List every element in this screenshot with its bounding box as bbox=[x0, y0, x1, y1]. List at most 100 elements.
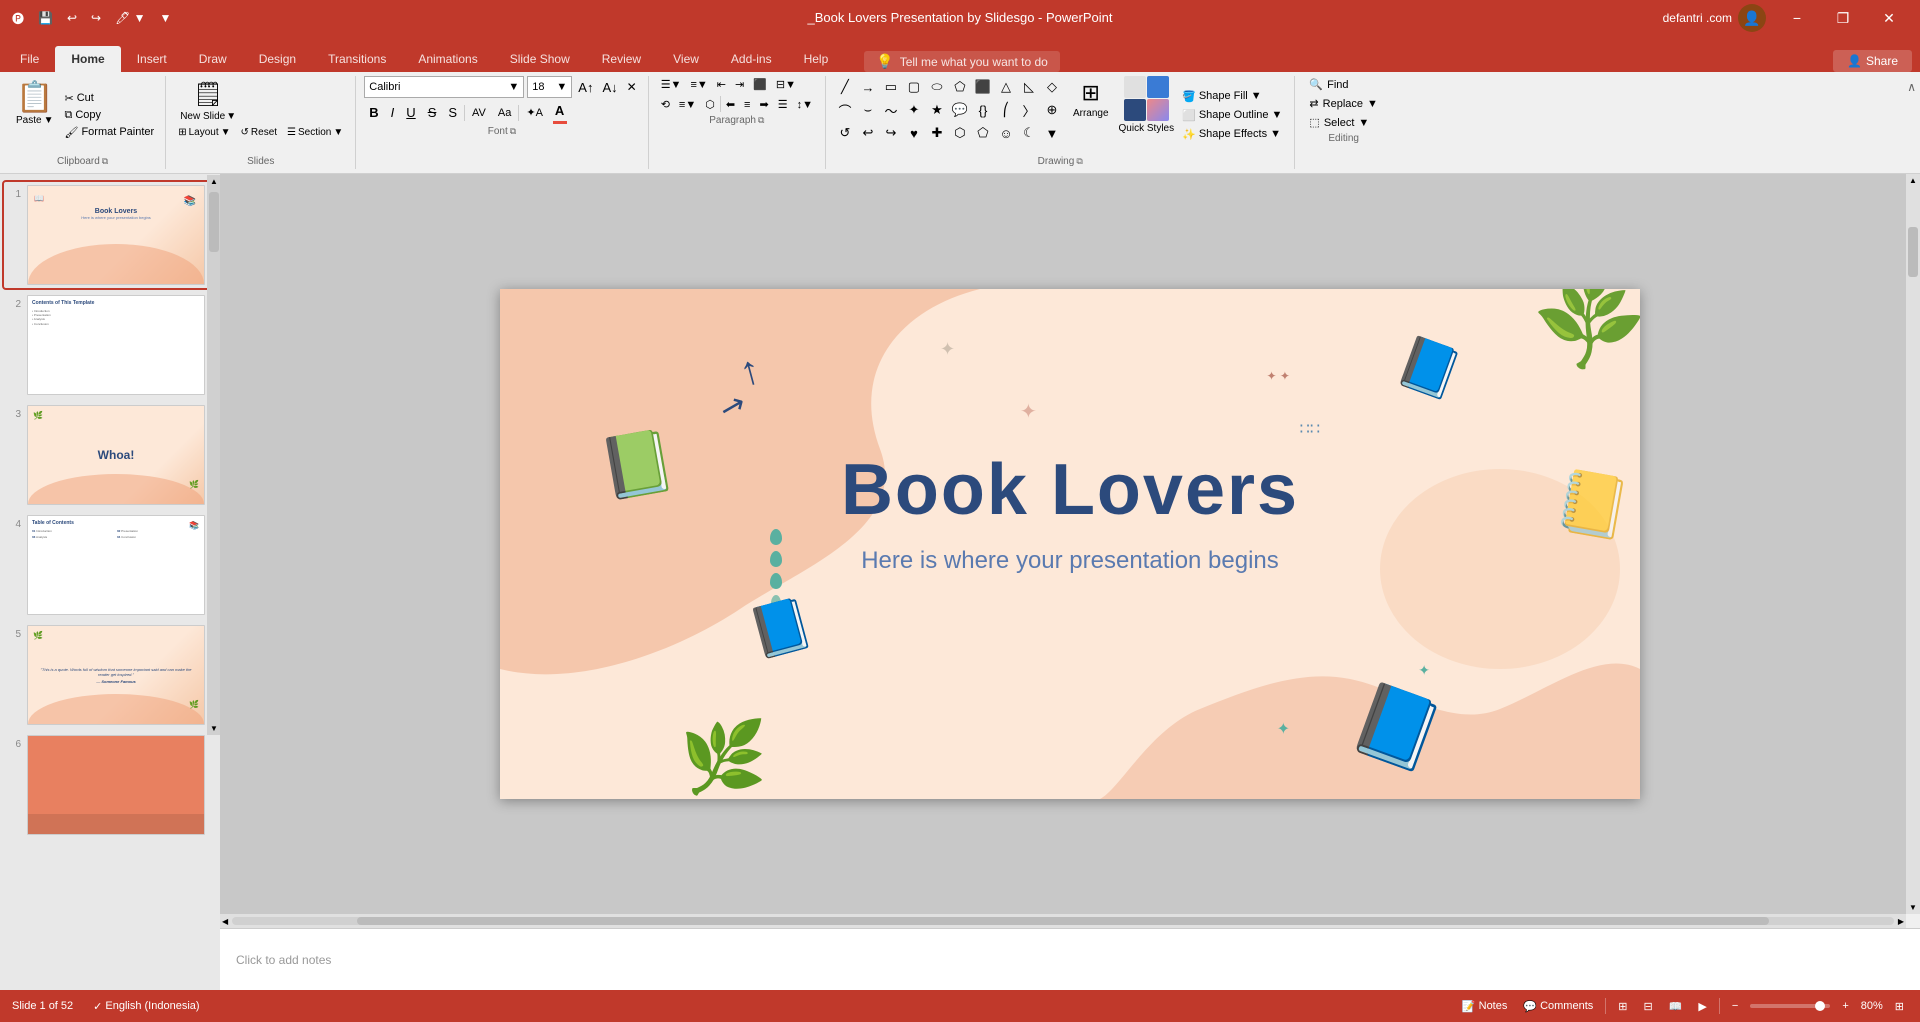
shape-bent-arrow-button[interactable]: ↩ bbox=[857, 122, 879, 144]
minimize-button[interactable]: − bbox=[1774, 2, 1820, 34]
quick-style-4[interactable] bbox=[1147, 99, 1169, 121]
tell-me-search[interactable]: 💡 Tell me what you want to do bbox=[864, 51, 1060, 72]
font-size-selector[interactable]: 18 ▼ bbox=[527, 76, 572, 98]
shape-line-button[interactable]: ╱ bbox=[834, 76, 856, 98]
shape-rect-button[interactable]: ▭ bbox=[880, 76, 902, 98]
shape-more-button[interactable]: ⬛ bbox=[972, 76, 994, 98]
smart-art-button[interactable]: ⬛ bbox=[749, 76, 771, 93]
right-scroll-up-button[interactable]: ▲ bbox=[1906, 174, 1920, 187]
columns-button[interactable]: ⊟▼ bbox=[772, 76, 800, 93]
slide-thumbnail-6[interactable]: 6 bbox=[4, 732, 216, 838]
shape-heart-button[interactable]: ♥ bbox=[903, 122, 925, 144]
bold-button[interactable]: B bbox=[364, 103, 383, 122]
notes-button[interactable]: 📝 Notes bbox=[1458, 998, 1511, 1015]
shape-triangle-button[interactable]: △ bbox=[995, 76, 1017, 98]
tab-view[interactable]: View bbox=[657, 46, 715, 72]
align-text-button[interactable]: ≡▼ bbox=[675, 96, 700, 113]
tab-file[interactable]: File bbox=[4, 46, 55, 72]
quick-style-1[interactable] bbox=[1124, 76, 1146, 98]
font-name-selector[interactable]: Calibri ▼ bbox=[364, 76, 524, 98]
decrease-indent-button[interactable]: ⇤ bbox=[713, 76, 730, 93]
numbering-button[interactable]: ≡▼ bbox=[686, 76, 711, 93]
shape-oval-button[interactable]: ⬭ bbox=[926, 76, 948, 98]
fit-slide-button[interactable]: ⊞ bbox=[1891, 998, 1908, 1015]
shape-star5-button[interactable]: ★ bbox=[926, 99, 948, 121]
shape-effects-button[interactable]: ✨ Shape Effects ▼ bbox=[1178, 126, 1286, 143]
shape-moon-button[interactable]: ☾ bbox=[1018, 122, 1040, 144]
shape-curve-button[interactable]: ⌒ bbox=[834, 99, 856, 121]
increase-indent-button[interactable]: ⇥ bbox=[731, 76, 748, 93]
normal-view-button[interactable]: ⊞ bbox=[1614, 998, 1631, 1015]
paste-button[interactable]: 📋 Paste ▼ bbox=[8, 76, 61, 154]
decrease-font-size-button[interactable]: A↓ bbox=[599, 79, 620, 96]
section-button[interactable]: ☰ Section▼ bbox=[283, 126, 347, 139]
shape-right-triangle-button[interactable]: ◺ bbox=[1018, 76, 1040, 98]
line-spacing-button[interactable]: ↕▼ bbox=[793, 96, 817, 113]
change-case-button[interactable]: Aa bbox=[493, 105, 516, 121]
share-button[interactable]: 👤 Share bbox=[1833, 50, 1912, 72]
shape-brace-button[interactable]: ⎛ bbox=[995, 99, 1017, 121]
shape-curved-arrow-button[interactable]: ↺ bbox=[834, 122, 856, 144]
tab-insert[interactable]: Insert bbox=[121, 46, 183, 72]
align-center-button[interactable]: ≡ bbox=[740, 96, 754, 113]
right-scroll-down-button[interactable]: ▼ bbox=[1906, 901, 1920, 914]
shape-free-button[interactable]: 〜 bbox=[880, 99, 902, 121]
accessibility-button[interactable]: ✓ English (Indonesia) bbox=[89, 998, 203, 1015]
clear-format-button[interactable]: ✕ bbox=[624, 79, 640, 95]
reading-view-button[interactable]: 📖 bbox=[1665, 998, 1687, 1015]
shape-star4-button[interactable]: ✦ bbox=[903, 99, 925, 121]
character-spacing-button[interactable]: AV bbox=[467, 105, 491, 121]
shape-cross-button[interactable]: ✚ bbox=[926, 122, 948, 144]
slide-thumbnail-3[interactable]: 3 Whoa! 🌿 🌿 bbox=[4, 402, 216, 508]
italic-button[interactable]: I bbox=[386, 103, 400, 122]
quick-style-2[interactable] bbox=[1147, 76, 1169, 98]
zoom-slider[interactable] bbox=[1750, 1004, 1830, 1008]
scroll-up-button[interactable]: ▲ bbox=[207, 175, 221, 188]
zoom-out-button[interactable]: − bbox=[1728, 998, 1742, 1014]
cut-button[interactable]: ✂ Cut bbox=[61, 91, 157, 106]
drawing-expand-icon[interactable]: ⧉ bbox=[1076, 156, 1082, 167]
app-icon[interactable]: 🅟 bbox=[8, 8, 28, 29]
tab-animations[interactable]: Animations bbox=[402, 46, 493, 72]
paragraph-expand-icon[interactable]: ⧉ bbox=[758, 115, 764, 126]
justify-button[interactable]: ☰ bbox=[774, 96, 792, 113]
bottom-scroll-left-button[interactable]: ◀ bbox=[220, 915, 230, 928]
tab-review[interactable]: Review bbox=[586, 46, 657, 72]
bottom-scroll-right-button[interactable]: ▶ bbox=[1896, 915, 1906, 928]
shape-smiley-button[interactable]: ☺ bbox=[995, 122, 1017, 144]
font-expand-icon[interactable]: ⧉ bbox=[510, 126, 516, 137]
save-button[interactable]: 💾 bbox=[34, 9, 57, 27]
tab-transitions[interactable]: Transitions bbox=[312, 46, 402, 72]
shape-more2-button[interactable]: ▼ bbox=[1041, 122, 1063, 144]
tab-home[interactable]: Home bbox=[55, 46, 120, 72]
shape-arrow-button[interactable]: → bbox=[857, 76, 879, 98]
shape-diamond-button[interactable]: ◇ bbox=[1041, 76, 1063, 98]
scroll-down-button[interactable]: ▼ bbox=[207, 722, 221, 735]
slide-sorter-button[interactable]: ⊟ bbox=[1639, 998, 1656, 1015]
notes-area[interactable]: Click to add notes bbox=[220, 928, 1920, 990]
shape-curve2-button[interactable]: ⌣ bbox=[857, 99, 879, 121]
shape-bracket-button[interactable]: {} bbox=[972, 99, 994, 121]
copy-button[interactable]: ⧉ Copy bbox=[61, 108, 157, 123]
shape-pentagon-button[interactable]: ⬠ bbox=[949, 76, 971, 98]
tab-design[interactable]: Design bbox=[243, 46, 312, 72]
format-painter-button[interactable]: 🖌 Format Painter bbox=[61, 125, 157, 140]
slide-thumbnail-2[interactable]: 2 Contents of This Template • Introducti… bbox=[4, 292, 216, 398]
shape-chevron-button[interactable]: 〉 bbox=[1018, 99, 1040, 121]
replace-button[interactable]: ⇄ Replace ▼ bbox=[1303, 95, 1383, 112]
increase-font-size-button[interactable]: A↑ bbox=[575, 79, 596, 96]
slide-thumbnail-4[interactable]: 4 Table of Contents 01 Introduction 02 P… bbox=[4, 512, 216, 618]
shape-u-turn-button[interactable]: ↪ bbox=[880, 122, 902, 144]
layout-button[interactable]: ⊞ Layout▼ bbox=[174, 126, 234, 139]
slideshow-button[interactable]: ▶ bbox=[1694, 998, 1710, 1015]
select-button[interactable]: ⬚ Select ▼ bbox=[1303, 114, 1383, 131]
reset-button[interactable]: ↺ Reset bbox=[237, 126, 282, 139]
align-right-button[interactable]: ➡ bbox=[755, 96, 772, 113]
slide-thumbnail-5[interactable]: 5 "This is a quote. Words full of wisdom… bbox=[4, 622, 216, 728]
highlight-button[interactable]: ✦A bbox=[521, 104, 548, 121]
tab-draw[interactable]: Draw bbox=[183, 46, 243, 72]
font-color-button[interactable]: A bbox=[550, 101, 569, 120]
tab-help[interactable]: Help bbox=[788, 46, 845, 72]
zoom-in-button[interactable]: + bbox=[1838, 998, 1852, 1014]
shape-hexagon-button[interactable]: ⬡ bbox=[949, 122, 971, 144]
